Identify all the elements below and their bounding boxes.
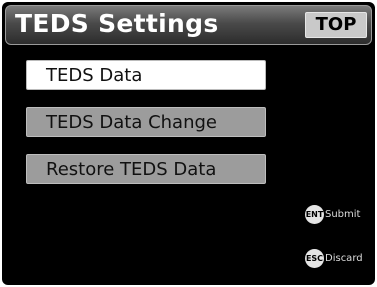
device-screen: TEDS Settings TOP TEDS Data TEDS Data Ch… [2,2,375,285]
submit-hint[interactable]: ENT Submit [305,205,360,224]
menu-item-teds-data[interactable]: TEDS Data [26,60,266,90]
ent-key-icon: ENT [305,205,324,224]
menu-item-restore-teds-data[interactable]: Restore TEDS Data [26,154,266,184]
page-title: TEDS Settings [15,9,219,38]
esc-key-icon: ESC [305,249,324,268]
top-button[interactable]: TOP [305,12,367,38]
title-bar: TEDS Settings TOP [5,5,372,45]
menu-item-teds-data-change[interactable]: TEDS Data Change [26,107,266,137]
discard-hint[interactable]: ESC Discard [305,249,363,268]
discard-label: Discard [325,253,363,264]
submit-label: Submit [325,209,361,220]
